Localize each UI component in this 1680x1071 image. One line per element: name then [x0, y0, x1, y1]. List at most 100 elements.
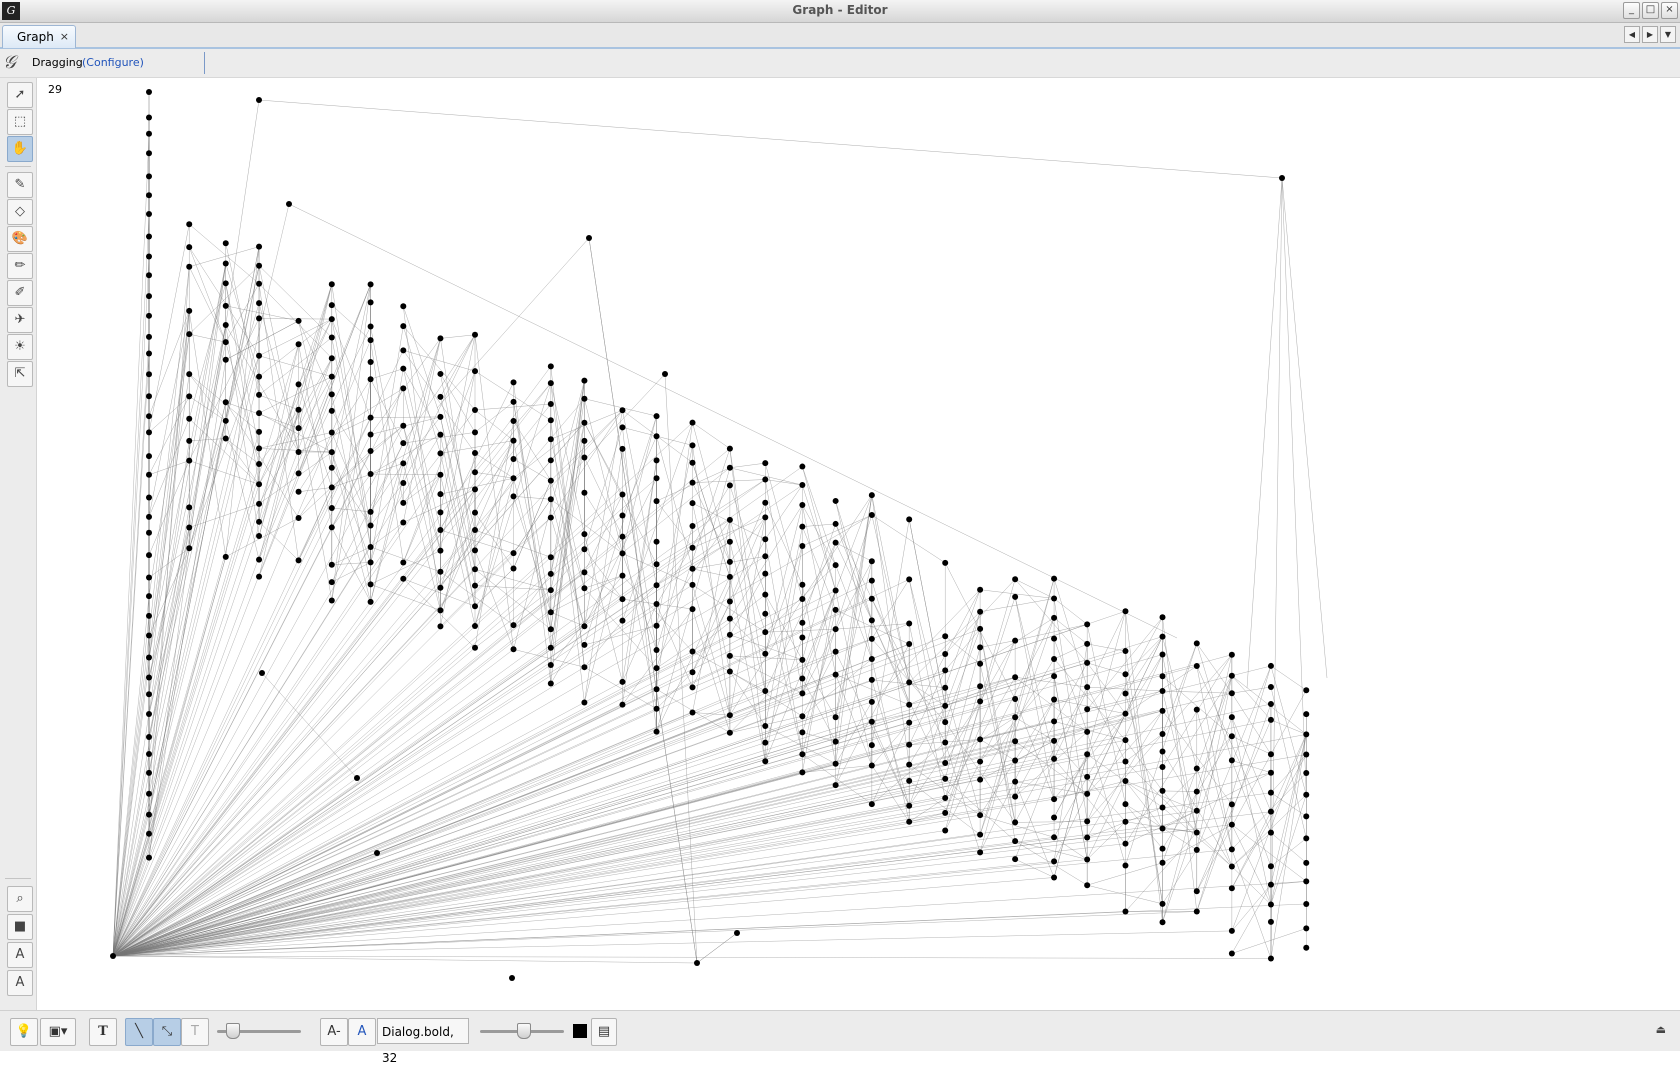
graph-node[interactable] — [799, 482, 805, 488]
graph-node[interactable] — [833, 782, 839, 788]
graph-node[interactable] — [833, 498, 839, 504]
graph-node[interactable] — [1229, 652, 1235, 658]
graph-node[interactable] — [146, 272, 152, 278]
graph-node[interactable] — [906, 516, 912, 522]
graph-node[interactable] — [1051, 858, 1057, 864]
label-size-thumb[interactable] — [517, 1023, 531, 1039]
graph-node[interactable] — [1084, 706, 1090, 712]
graph-node[interactable] — [690, 500, 696, 506]
graph-node[interactable] — [437, 414, 443, 420]
graph-node[interactable] — [942, 685, 948, 691]
graph-node[interactable] — [619, 702, 625, 708]
graph-node[interactable] — [1303, 860, 1309, 866]
graph-node[interactable] — [511, 456, 517, 462]
graph-node[interactable] — [146, 674, 152, 680]
graph-node[interactable] — [186, 545, 192, 551]
graph-node[interactable] — [581, 396, 587, 402]
graph-node[interactable] — [654, 706, 660, 712]
graph-node[interactable] — [727, 574, 733, 580]
graph-node[interactable] — [146, 254, 152, 260]
graph-node[interactable] — [146, 575, 152, 581]
graph-node[interactable] — [511, 475, 517, 481]
graph-node[interactable] — [1051, 874, 1057, 880]
graph-node[interactable] — [256, 557, 262, 563]
graph-node[interactable] — [1303, 945, 1309, 951]
minimize-button[interactable]: _ — [1623, 2, 1640, 19]
graph-node[interactable] — [1229, 846, 1235, 852]
graph-node[interactable] — [329, 579, 335, 585]
graph-node[interactable] — [1012, 794, 1018, 800]
collapse-icon[interactable]: ⏏ — [1656, 1023, 1666, 1036]
shortest-path-icon[interactable]: ✈ — [7, 307, 33, 333]
graph-node[interactable] — [654, 475, 660, 481]
graph-node[interactable] — [1122, 909, 1128, 915]
graph-node[interactable] — [472, 332, 478, 338]
graph-node[interactable] — [146, 293, 152, 299]
graph-node[interactable] — [581, 378, 587, 384]
graph-node[interactable] — [833, 540, 839, 546]
graph-node[interactable] — [690, 649, 696, 655]
graph-node[interactable] — [548, 436, 554, 442]
graph-node[interactable] — [256, 429, 262, 435]
graph-node[interactable] — [690, 684, 696, 690]
configure-link[interactable]: (Configure) — [82, 56, 144, 69]
graph-node[interactable] — [186, 371, 192, 377]
graph-node[interactable] — [1279, 175, 1285, 181]
graph-node[interactable] — [690, 420, 696, 426]
graph-node[interactable] — [906, 576, 912, 582]
graph-node[interactable] — [1084, 660, 1090, 666]
graph-node[interactable] — [368, 324, 374, 330]
graph-node[interactable] — [368, 581, 374, 587]
graph-node[interactable] — [869, 617, 875, 623]
graph-node[interactable] — [869, 492, 875, 498]
graph-node[interactable] — [690, 460, 696, 466]
graph-node[interactable] — [368, 337, 374, 343]
graph-node[interactable] — [1303, 813, 1309, 819]
text-tool-icon[interactable]: T — [89, 1018, 117, 1046]
graph-node[interactable] — [256, 533, 262, 539]
graph-node[interactable] — [1229, 885, 1235, 891]
graph-node[interactable] — [690, 709, 696, 715]
graph-node[interactable] — [437, 509, 443, 515]
graph-node[interactable] — [833, 649, 839, 655]
graph-node[interactable] — [1122, 671, 1128, 677]
graph-node[interactable] — [654, 623, 660, 629]
graph-node[interactable] — [186, 504, 192, 510]
graph-node[interactable] — [548, 626, 554, 632]
graph-node[interactable] — [799, 769, 805, 775]
graph-node[interactable] — [1268, 863, 1274, 869]
tab-close-icon[interactable]: × — [60, 30, 69, 43]
graph-node[interactable] — [654, 539, 660, 545]
graph-node[interactable] — [1160, 688, 1166, 694]
graph-node[interactable] — [329, 562, 335, 568]
graph-node[interactable] — [1160, 901, 1166, 907]
graph-node[interactable] — [1268, 956, 1274, 962]
graph-node[interactable] — [1122, 608, 1128, 614]
graph-node[interactable] — [906, 679, 912, 685]
graph-node[interactable] — [186, 525, 192, 531]
graph-node[interactable] — [146, 334, 152, 340]
graph-node[interactable] — [110, 953, 116, 959]
graph-node[interactable] — [581, 490, 587, 496]
graph-node[interactable] — [1194, 640, 1200, 646]
graph-node[interactable] — [727, 517, 733, 523]
graph-node[interactable] — [619, 679, 625, 685]
graph-node[interactable] — [1229, 950, 1235, 956]
graph-node[interactable] — [1160, 860, 1166, 866]
text-larger-button[interactable]: A — [348, 1018, 376, 1046]
graph-node[interactable] — [256, 410, 262, 416]
graph-node[interactable] — [799, 543, 805, 549]
graph-node[interactable] — [146, 371, 152, 377]
graph-node[interactable] — [869, 636, 875, 642]
graph-node[interactable] — [186, 221, 192, 227]
graph-node[interactable] — [654, 561, 660, 567]
graph-node[interactable] — [977, 759, 983, 765]
graph-node[interactable] — [1229, 801, 1235, 807]
graph-node[interactable] — [437, 335, 443, 341]
graph-node[interactable] — [727, 653, 733, 659]
graph-node[interactable] — [977, 698, 983, 704]
graph-node[interactable] — [146, 115, 152, 121]
graph-node[interactable] — [400, 500, 406, 506]
graph-node[interactable] — [654, 413, 660, 419]
graph-node[interactable] — [146, 711, 152, 717]
